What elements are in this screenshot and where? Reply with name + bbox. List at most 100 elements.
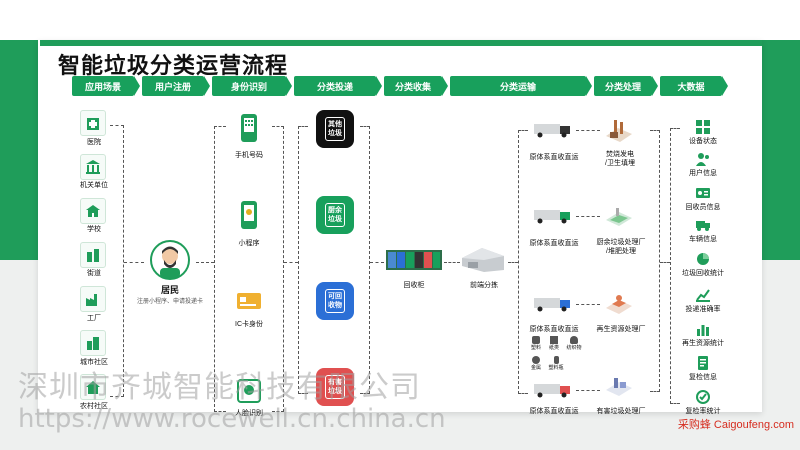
process-label: 焚烧发电 /卫生填埋 (605, 151, 635, 167)
transport-process-connector (576, 216, 600, 217)
compost-plant-icon (604, 204, 634, 232)
recheck-info-icon (696, 356, 710, 370)
truck-icon (534, 208, 572, 224)
paper-icon (550, 336, 558, 344)
header-register: 用户注册 (142, 76, 210, 96)
sorting-label: 前端分拣 (470, 282, 498, 289)
identity-label: 手机号码 (235, 152, 263, 159)
recheck-rate-icon (696, 390, 710, 404)
station-label: 回收柜 (403, 282, 425, 289)
header-deliver: 分类投递 (294, 76, 382, 96)
bin-other: 其他 垃圾 (316, 110, 354, 148)
identity-connector (284, 262, 298, 263)
phone-icon (238, 113, 260, 143)
bigdata-bracket-left (670, 128, 680, 404)
header-scene: 应用场景 (72, 76, 140, 96)
header-process: 分类处理 (594, 76, 658, 96)
incinerator-icon (604, 118, 634, 146)
station-connector (444, 262, 460, 263)
watermark-url: https://www.rocewell.cn.china.cn (18, 404, 446, 434)
miniapp-icon (238, 200, 260, 230)
truck-icon (534, 122, 572, 138)
transport-process-connector (576, 390, 600, 391)
ic-card-icon (236, 292, 262, 310)
watermark-company: 深圳市齐城智能科技有限公司 (18, 370, 421, 405)
process-label: 有害垃圾处理厂 (596, 408, 646, 415)
header-bigdata: 大数据 (660, 76, 728, 96)
recycle-item-label: 纺织物 (566, 345, 582, 351)
sorting-connector (508, 262, 518, 263)
recycle-item-label: 金属 (530, 365, 541, 371)
scene-label: 学校 (87, 226, 101, 233)
resident-connector (196, 262, 214, 263)
bin-connector (370, 262, 384, 263)
recycling-plant-icon (604, 290, 634, 318)
recycling-cabinet-icon (386, 248, 442, 272)
process-label: 厨余垃圾处理厂 /堆肥处理 (596, 239, 646, 255)
recycle-item-label: 塑料瓶 (548, 365, 564, 371)
bigdata-label: 复检率统计 (685, 408, 721, 415)
recycle-item-label: 塑料 (530, 345, 541, 351)
process-label: 再生资源处理厂 (596, 326, 646, 333)
collector-info-icon (696, 186, 710, 200)
device-status-icon (696, 120, 710, 134)
transport-process-connector (576, 130, 600, 131)
identity-label: IC卡身份 (235, 321, 263, 328)
community-icon (80, 330, 106, 356)
government-icon (80, 154, 106, 180)
top-strip (40, 40, 762, 46)
scene-label: 街道 (87, 270, 101, 277)
user-info-icon (696, 152, 710, 166)
scene-label: 医院 (87, 139, 101, 146)
bin-bracket-left (298, 126, 308, 394)
bin-kitchen: 厨余 垃圾 (316, 196, 354, 234)
transport-label: 原体系直收直运 (529, 408, 579, 415)
vehicle-info-icon (696, 218, 710, 232)
sorting-center-icon (460, 244, 506, 274)
bin-bracket-right (360, 126, 370, 394)
right-accent (762, 40, 800, 260)
bigdata-label: 回收员信息 (685, 204, 721, 211)
header-identity: 身份识别 (212, 76, 292, 96)
scene-label: 机关单位 (80, 182, 108, 189)
factory-icon (80, 286, 106, 312)
resident-desc: 注册小程序、申请投递卡 (136, 299, 203, 305)
header-transport: 分类运输 (450, 76, 592, 96)
pie-chart-icon (696, 252, 710, 266)
process-connector (660, 262, 670, 263)
recycle-items: 塑料 纸类 纺织物 金属 塑料瓶 (526, 336, 586, 376)
resident-name: 居民 (160, 285, 179, 295)
top-band (0, 0, 800, 40)
resident-avatar (150, 240, 190, 280)
header-collect: 分类收集 (384, 76, 448, 96)
bigdata-label: 用户信息 (689, 170, 717, 177)
transport-process-connector (576, 304, 600, 305)
metal-icon (532, 356, 540, 364)
transport-label: 原体系直收直运 (529, 154, 579, 161)
line-chart-icon (696, 288, 710, 302)
bigdata-label: 投递准确率 (685, 306, 721, 313)
bigdata-label: 垃圾回收统计 (682, 270, 724, 277)
scene-label: 工厂 (87, 315, 101, 322)
identity-label: 小程序 (238, 240, 260, 247)
transport-label: 原体系直收直运 (529, 240, 579, 247)
bigdata-label: 再生资源统计 (682, 340, 724, 347)
bar-chart-icon (696, 322, 710, 336)
school-icon (80, 198, 106, 224)
hazardous-plant-icon (604, 372, 634, 400)
street-icon (80, 242, 106, 268)
transport-label: 原体系直收直运 (529, 326, 579, 333)
textile-icon (570, 336, 578, 344)
hospital-icon (80, 110, 106, 136)
process-bracket-right (650, 130, 660, 392)
truck-icon (534, 382, 572, 398)
brand-watermark: 采购蜂 Caigoufeng.com (677, 419, 794, 431)
bin-label: 其他 垃圾 (325, 117, 345, 141)
truck-icon (534, 296, 572, 312)
scene-connector (124, 262, 144, 263)
bigdata-label: 设备状态 (689, 138, 717, 145)
bin-recyclable: 可回 收物 (316, 282, 354, 320)
bigdata-label: 车辆信息 (689, 236, 717, 243)
bin-label: 厨余 垃圾 (325, 203, 345, 227)
plastic-icon (532, 336, 540, 344)
